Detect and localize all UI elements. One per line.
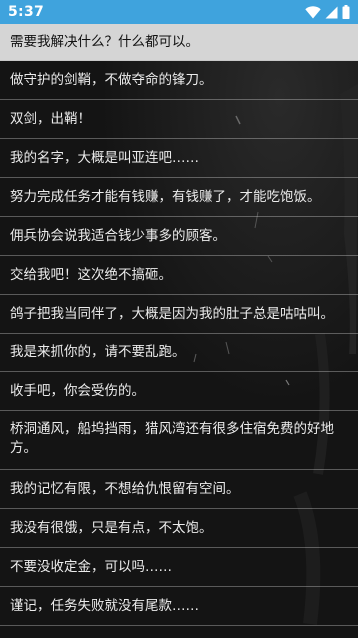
dialogue-option[interactable]: 桥洞通风，船坞挡雨，猎风湾还有很多住宿免费的好地方。 <box>0 411 358 470</box>
dialogue-option[interactable]: 谨记，任务失败就没有尾款…… <box>0 587 358 626</box>
dialogue-option-text: 做守护的剑鞘，不做夺命的锋刀。 <box>10 71 213 88</box>
dialogue-option-text: 需要我解决什么？什么都可以。 <box>10 33 199 50</box>
cellular-signal-icon <box>325 6 338 19</box>
dialogue-option[interactable]: 努力完成任务才能有钱赚，有钱赚了，才能吃饱饭。 <box>0 178 358 217</box>
dialogue-option-text: 我的名字，大概是叫亚连吧…… <box>10 149 199 166</box>
dialogue-option-text: 谨记，任务失败就没有尾款…… <box>10 597 199 614</box>
dialogue-option[interactable]: 我的名字，大概是叫亚连吧…… <box>0 139 358 178</box>
dialogue-option-text: 收手吧，你会受伤的。 <box>10 382 145 399</box>
dialogue-option[interactable]: 双剑，出鞘！ <box>0 100 358 139</box>
wifi-icon <box>305 5 321 19</box>
dialogue-option[interactable]: 鸽子把我当同伴了，大概是因为我的肚子总是咕咕叫。 <box>0 295 358 334</box>
dialogue-option-text: 我的记忆有限，不想给仇恨留有空间。 <box>10 480 240 497</box>
dialogue-option-text: 努力完成任务才能有钱赚，有钱赚了，才能吃饱饭。 <box>10 188 321 205</box>
dialogue-option-text: 我没有很饿，只是有点，不太饱。 <box>10 519 213 536</box>
dialogue-option[interactable]: 不要没收定金，可以吗…… <box>0 548 358 587</box>
dialogue-option[interactable]: 我没有很饿，只是有点，不太饱。 <box>0 509 358 548</box>
status-bar: 5:37 <box>0 0 358 24</box>
dialogue-option-text: 我是来抓你的，请不要乱跑。 <box>10 344 186 360</box>
battery-icon <box>342 5 350 19</box>
dialogue-list-screen: 需要我解决什么？什么都可以。 做守护的剑鞘，不做夺命的锋刀。 双剑，出鞘！ 我的名字，… <box>0 24 358 638</box>
dialogue-option[interactable]: 做守护的剑鞘，不做夺命的锋刀。 <box>0 61 358 100</box>
dialogue-option[interactable]: 我的记忆有限，不想给仇恨留有空间。 <box>0 470 358 509</box>
dialogue-option-text: 佣兵协会说我适合钱少事多的顾客。 <box>10 227 226 244</box>
dialogue-option[interactable]: 需要我解决什么？什么都可以。 <box>0 24 358 61</box>
dialogue-option-text: 不要没收定金，可以吗…… <box>10 558 172 575</box>
dialogue-option-text: 双剑，出鞘！ <box>10 110 91 127</box>
dialogue-option-text: 鸽子把我当同伴了，大概是因为我的肚子总是咕咕叫。 <box>10 305 334 322</box>
dialogue-option-text: 交给我吧！这次绝不搞砸。 <box>10 266 172 283</box>
dialogue-option-list: 需要我解决什么？什么都可以。 做守护的剑鞘，不做夺命的锋刀。 双剑，出鞘！ 我的名字，… <box>0 24 358 626</box>
dialogue-option[interactable]: 收手吧，你会受伤的。 <box>0 372 358 411</box>
dialogue-option[interactable]: 佣兵协会说我适合钱少事多的顾客。 <box>0 217 358 256</box>
status-time: 5:37 <box>8 4 45 20</box>
dialogue-option[interactable]: 我是来抓你的，请不要乱跑。 <box>0 334 358 372</box>
status-icons <box>305 5 350 19</box>
dialogue-option[interactable]: 交给我吧！这次绝不搞砸。 <box>0 256 358 295</box>
dialogue-option-text: 桥洞通风，船坞挡雨，猎风湾还有很多住宿免费的好地方。 <box>10 421 334 456</box>
